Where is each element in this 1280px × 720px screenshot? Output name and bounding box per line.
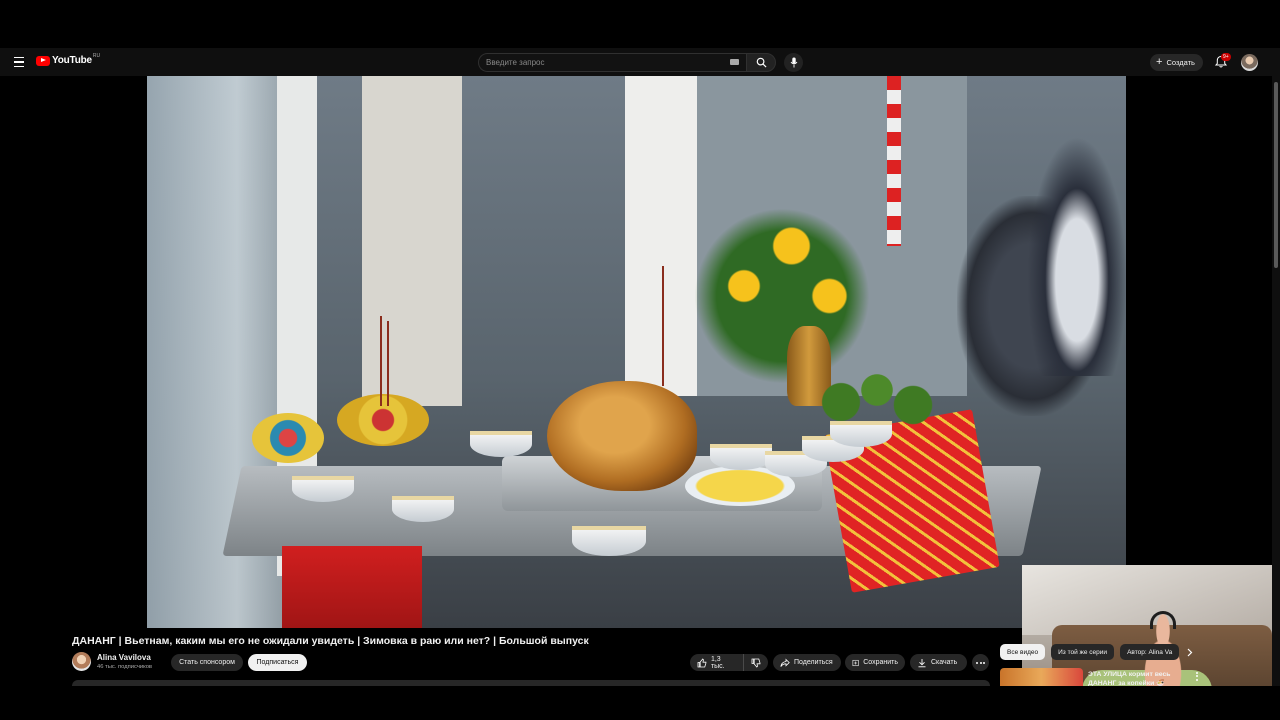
letterbox-bottom [0,686,1280,720]
hamburger-menu-icon[interactable] [10,53,28,71]
youtube-logo[interactable]: YouTube RU [36,53,101,66]
sponsor-button[interactable]: Стать спонсором [171,654,243,671]
microphone-icon [790,57,797,68]
soup-bowl [830,421,892,447]
save-label: Сохранить [863,659,898,666]
video-title: ДАНАНГ | Вьетнам, каким мы его не ожидал… [72,635,589,647]
share-button[interactable]: Поделиться [773,654,841,671]
recommendation-thumbnail[interactable] [1000,668,1083,686]
channel-name[interactable]: Alina Vavilova [97,653,151,662]
subscriber-count: 46 тыс. подписчиков [97,664,152,670]
incense-sticks-center [662,266,664,386]
search-button[interactable] [746,53,776,72]
wall-panel [362,76,462,406]
more-dot [976,661,978,664]
search-input[interactable] [478,53,746,72]
share-arrow-icon [780,658,790,667]
like-button[interactable]: 1,3 тыс. [690,654,745,671]
plus-icon: + [1156,55,1163,68]
create-label: Создать [1166,58,1195,67]
download-icon [918,658,926,667]
scrollbar-thumb[interactable] [1274,82,1278,268]
save-playlist-icon [852,659,859,666]
incense-sticks-left [380,316,382,406]
youtube-play-icon [36,55,50,66]
chip-by-author[interactable]: Автор: Alina Va [1120,644,1180,660]
recommendation-title[interactable]: ЭТА УЛИЦА кормит весь ДАНАНГ за копейки … [1088,670,1188,686]
logo-text: YouTube [52,55,92,66]
subscribe-button[interactable]: Подписаться [248,654,307,671]
blue-white-bowl [392,496,454,522]
filter-chips: Все видео Из той же серии Автор: Alina V… [1000,644,1180,660]
green-pomelos [817,366,937,426]
page-scrollbar[interactable] [1272,76,1280,686]
marigold-bouquet [687,186,877,386]
menu-dot [1196,678,1198,681]
soup-bowl [710,444,772,470]
save-button[interactable]: Сохранить [845,654,905,671]
download-button[interactable]: Скачать [910,654,967,671]
more-actions-button[interactable] [972,654,989,671]
striped-pole [887,76,901,246]
like-count: 1,3 тыс. [710,655,725,670]
like-dislike-group: 1,3 тыс. [690,654,768,671]
offering-box-right [337,394,429,446]
chip-all-videos[interactable]: Все видео [1000,644,1046,660]
white-bowl [572,526,646,556]
video-frame[interactable] [147,76,1126,628]
letterbox-top [0,0,1280,48]
logo-region: RU [92,53,101,59]
incense-sticks-left-2 [387,321,389,406]
voice-search-button[interactable] [784,53,803,72]
share-label: Поделиться [794,659,833,666]
more-dot [979,661,982,664]
keyboard-icon[interactable] [730,59,739,65]
soup-bowl [470,431,532,457]
notifications-badge: 9+ [1221,53,1231,61]
recommendation-menu-icon[interactable] [1193,670,1201,682]
video-player[interactable] [0,76,1272,713]
download-label: Скачать [931,659,958,666]
red-table-skirt [282,546,422,628]
blue-white-bowl [292,476,354,502]
channel-avatar[interactable] [72,652,91,671]
create-button[interactable]: + Создать [1150,54,1203,71]
account-avatar[interactable] [1241,54,1258,71]
menu-dot [1196,671,1198,674]
thumbs-up-icon [697,657,707,667]
more-dot [983,661,985,664]
roast-chicken [547,381,697,491]
scooter-right [1027,136,1126,376]
chip-same-series[interactable]: Из той же серии [1051,644,1115,660]
dislike-button[interactable] [744,654,768,671]
menu-dot [1196,675,1198,677]
offering-box-left [252,413,324,463]
chevron-right-icon[interactable] [1183,646,1195,658]
search-box [478,53,776,72]
thumbs-down-icon [751,658,761,668]
search-icon [756,57,767,68]
